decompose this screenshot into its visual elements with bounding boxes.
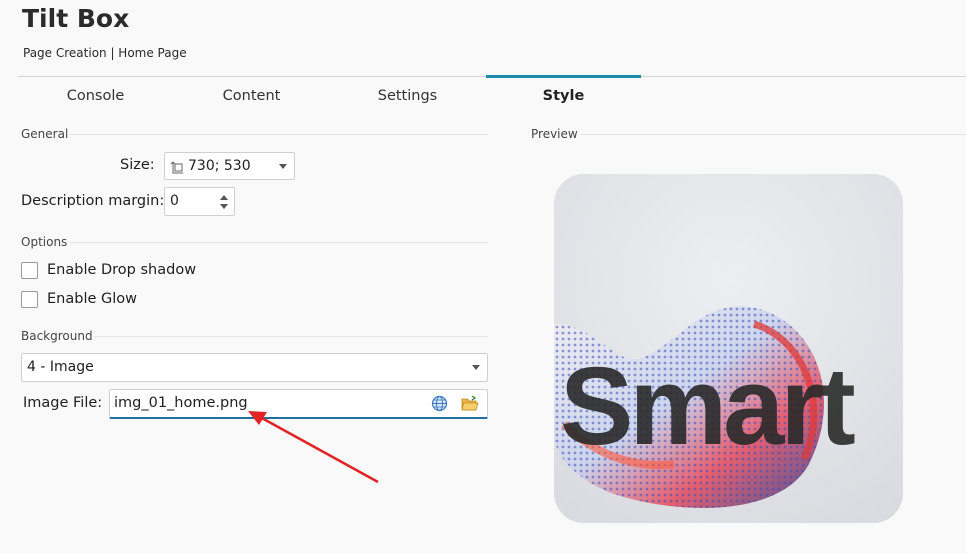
size-combo[interactable]: 730; 530 — [164, 152, 295, 180]
annotation-arrow — [248, 411, 379, 484]
size-icon — [170, 160, 184, 179]
chevron-down-icon — [472, 365, 480, 370]
tab-bar: Console Content Settings Style — [18, 75, 966, 118]
image-file-value: img_01_home.png — [114, 395, 248, 411]
section-background-label: Background — [21, 329, 93, 343]
glow-label: Enable Glow — [47, 291, 137, 307]
spin-down-icon[interactable] — [220, 204, 228, 209]
preview-image: Smart — [554, 174, 903, 523]
description-margin-stepper[interactable]: 0 — [164, 187, 235, 216]
tab-style[interactable]: Style — [486, 75, 641, 117]
globe-icon[interactable] — [431, 395, 448, 416]
size-value: 730; 530 — [188, 158, 251, 174]
tab-console[interactable]: Console — [18, 77, 173, 117]
glow-checkbox[interactable] — [21, 291, 38, 308]
section-divider — [94, 336, 488, 337]
drop-shadow-checkbox[interactable] — [21, 262, 38, 279]
section-options-label: Options — [21, 235, 68, 249]
chevron-down-icon — [279, 164, 287, 169]
section-preview-label: Preview — [531, 127, 578, 141]
breadcrumb: Page Creation | Home Page — [23, 46, 187, 60]
description-margin-value: 0 — [170, 193, 179, 209]
page-title: Tilt Box — [22, 4, 130, 33]
size-label: Size: — [120, 157, 155, 173]
section-divider — [580, 134, 966, 135]
spin-up-icon[interactable] — [220, 195, 228, 200]
tab-settings[interactable]: Settings — [330, 77, 485, 117]
folder-open-icon[interactable] — [461, 395, 479, 416]
tab-content[interactable]: Content — [174, 77, 329, 117]
description-margin-label: Description margin: — [21, 193, 165, 209]
image-file-label: Image File: — [23, 395, 103, 411]
background-type-value: 4 - Image — [27, 359, 94, 375]
background-type-combo[interactable]: 4 - Image — [21, 353, 488, 382]
drop-shadow-label: Enable Drop shadow — [47, 262, 197, 278]
section-divider — [70, 242, 488, 243]
section-general-label: General — [21, 127, 69, 141]
preview-image-text: Smart — [560, 345, 856, 468]
section-divider — [70, 134, 488, 135]
